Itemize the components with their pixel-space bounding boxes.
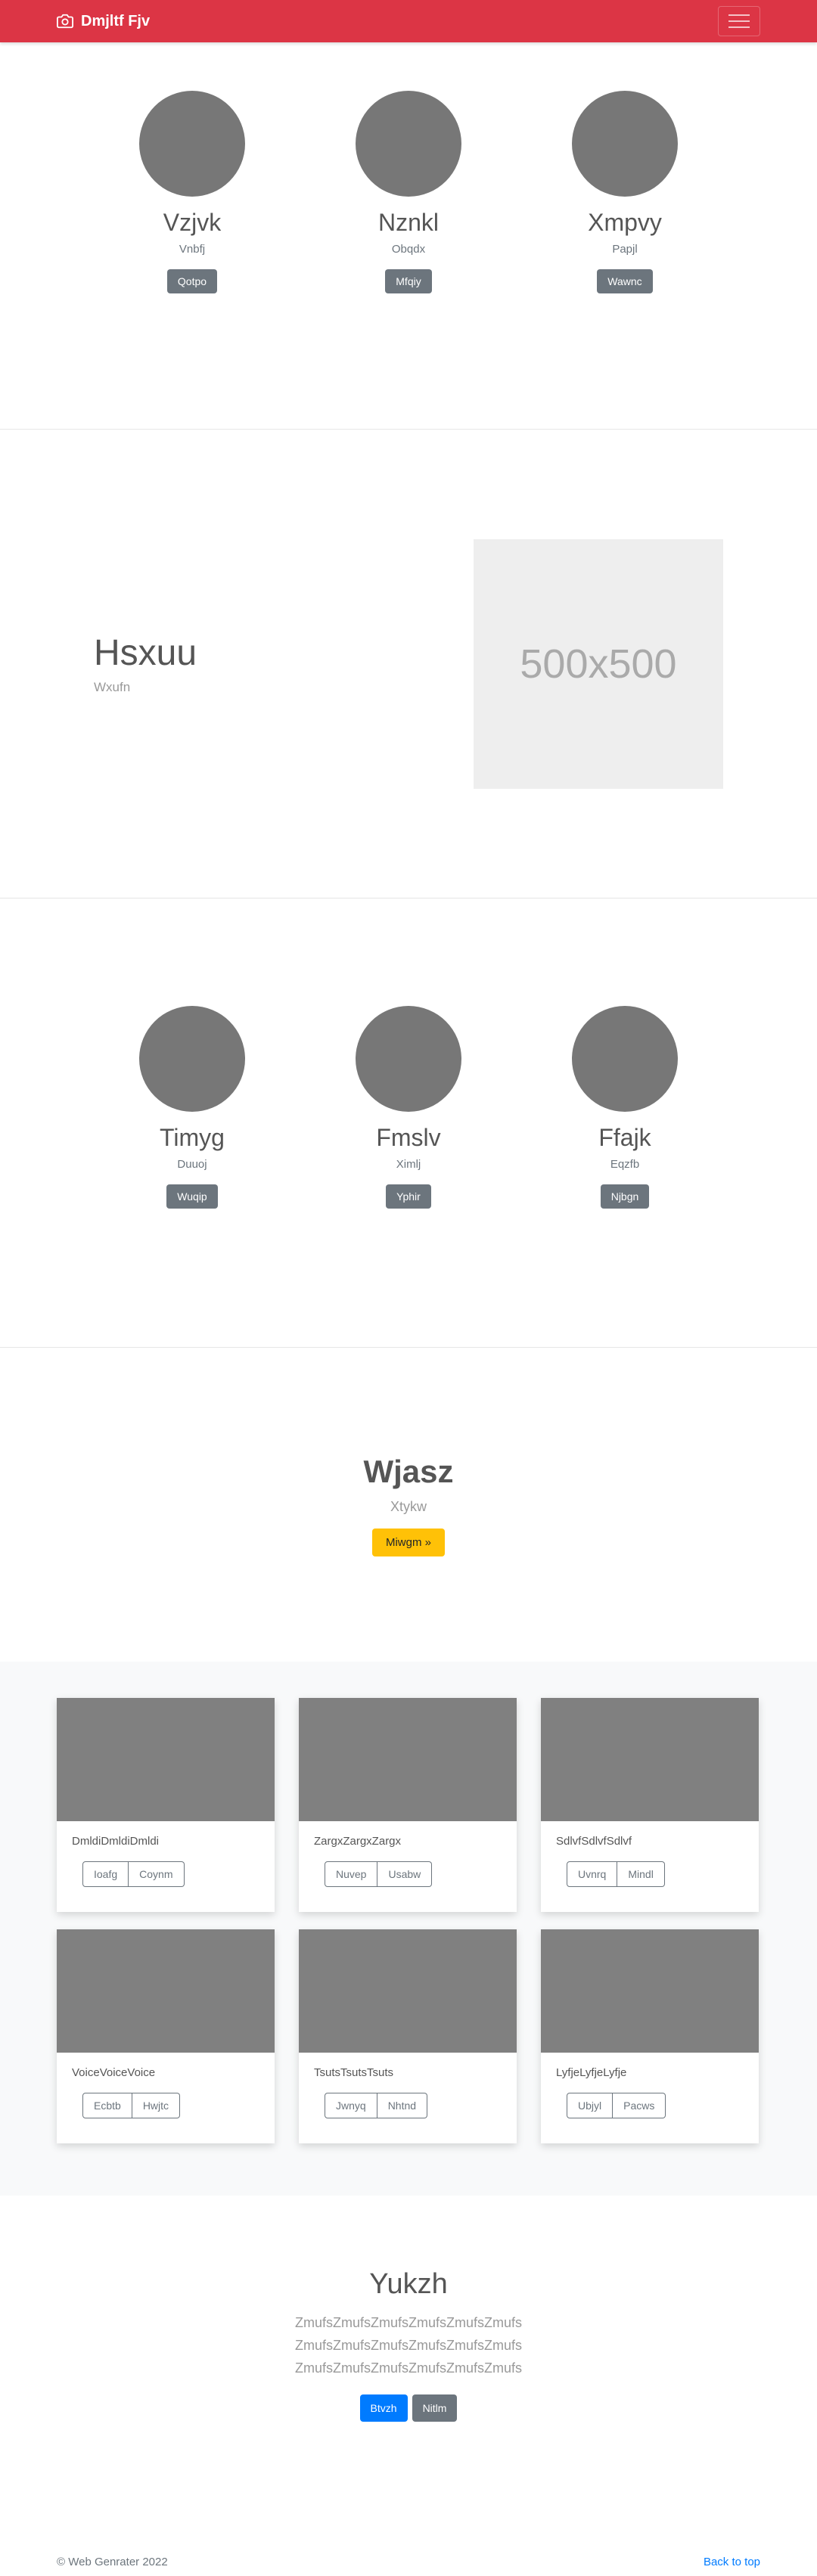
placeholder-image: 500x500 bbox=[474, 538, 723, 789]
card-text: DmldiDmldiDmldi bbox=[72, 1835, 160, 1848]
feature-section: Hsxuu Wxufn 500x500 bbox=[0, 430, 817, 898]
profile-card: Vzjvk Vnbfj Qotpo bbox=[139, 91, 245, 293]
card-button-group: Uvnrq Mindl bbox=[567, 1861, 665, 1887]
card-text: SdlvfSdlvfSdlvf bbox=[556, 1835, 632, 1848]
camera-icon bbox=[57, 14, 73, 29]
jumbotron-title: Wjasz bbox=[363, 1453, 454, 1489]
profile-card: Fmslv Ximlj Yphir bbox=[356, 1006, 461, 1209]
profile-name: Fmslv bbox=[376, 1124, 441, 1151]
card-button-1[interactable]: Ubjyl bbox=[567, 2093, 614, 2118]
profile-name: Timyg bbox=[160, 1124, 225, 1151]
profile-card: Xmpvy Papjl Wawnc bbox=[572, 91, 678, 293]
card-image bbox=[57, 1929, 275, 2053]
profile-button[interactable]: Njbgn bbox=[600, 1184, 650, 1209]
feature-subtitle: Wxufn bbox=[94, 680, 131, 694]
card-button-2[interactable]: Coynm bbox=[129, 1861, 185, 1887]
card-button-2[interactable]: Pacws bbox=[613, 2093, 666, 2118]
avatar bbox=[356, 91, 461, 197]
card: ZargxZargxZargx Nuvep Usabw bbox=[299, 1698, 517, 1912]
hamburger-icon bbox=[728, 14, 750, 16]
card-button-2[interactable]: Mindl bbox=[617, 1861, 665, 1887]
card-button-group: Ubjyl Pacws bbox=[567, 2093, 666, 2118]
avatar bbox=[139, 1006, 245, 1112]
card-image bbox=[57, 1698, 275, 1821]
navbar: Dmjltf Fjv bbox=[0, 0, 817, 42]
card-image bbox=[541, 1698, 759, 1821]
profile-name: Nznkl bbox=[377, 209, 439, 236]
profile-name: Xmpvy bbox=[588, 209, 662, 236]
about-title: Yukzh bbox=[369, 2268, 448, 2300]
profiles-section-1: Vzjvk Vnbfj Qotpo Nznkl Obqdx Mfqiy Xmpv… bbox=[0, 42, 817, 430]
card: DmldiDmldiDmldi Ioafg Coynm bbox=[57, 1698, 275, 1912]
card-button-1[interactable]: Uvnrq bbox=[567, 1861, 618, 1887]
cards-section: DmldiDmldiDmldi Ioafg Coynm ZargxZargxZa… bbox=[0, 1662, 817, 2196]
card-image bbox=[299, 1698, 517, 1821]
jumbotron-subtitle: Xtykw bbox=[390, 1498, 427, 1514]
about-line: ZmufsZmufsZmufsZmufsZmufsZmufs bbox=[294, 2360, 522, 2376]
card: VoiceVoiceVoice Ecbtb Hwjtc bbox=[57, 1929, 275, 2143]
card-image bbox=[299, 1929, 517, 2053]
avatar bbox=[139, 91, 245, 197]
profile-card: Nznkl Obqdx Mfqiy bbox=[356, 91, 461, 293]
card-text: VoiceVoiceVoice bbox=[72, 2066, 156, 2079]
card-button-group: Ecbtb Hwjtc bbox=[82, 2093, 181, 2118]
card-text: LyfjeLyfjeLyfje bbox=[556, 2066, 627, 2079]
card: TsutsTsutsTsuts Jwnyq Nhtnd bbox=[299, 1929, 517, 2143]
profile-subtitle: Duuoj bbox=[177, 1158, 207, 1171]
profile-subtitle: Papjl bbox=[612, 243, 638, 256]
about-text: ZmufsZmufsZmufsZmufsZmufsZmufs ZmufsZmuf… bbox=[295, 2311, 522, 2379]
profile-card: Ffajk Eqzfb Njbgn bbox=[572, 1006, 678, 1209]
jumbotron-section: Wjasz Xtykw Miwgm » bbox=[0, 1348, 817, 1662]
card-image bbox=[541, 1929, 759, 2053]
profile-subtitle: Obqdx bbox=[391, 243, 426, 256]
card: SdlvfSdlvfSdlvf Uvnrq Mindl bbox=[541, 1698, 759, 1912]
profile-subtitle: Vnbfj bbox=[179, 243, 206, 256]
card-button-1[interactable]: Nuvep bbox=[325, 1861, 378, 1887]
about-secondary-button[interactable]: Nitlm bbox=[412, 2394, 458, 2422]
about-primary-button[interactable]: Btvzh bbox=[359, 2394, 408, 2422]
profile-button[interactable]: Wawnc bbox=[597, 269, 653, 293]
profile-card: Timyg Duuoj Wuqip bbox=[139, 1006, 245, 1209]
card-button-1[interactable]: Ecbtb bbox=[82, 2093, 132, 2118]
feature-title: Hsxuu bbox=[94, 633, 197, 673]
profile-button[interactable]: Yphir bbox=[386, 1184, 431, 1209]
profile-button[interactable]: Mfqiy bbox=[385, 269, 432, 293]
card-text: TsutsTsutsTsuts bbox=[314, 2066, 394, 2079]
card: LyfjeLyfjeLyfje Ubjyl Pacws bbox=[541, 1929, 759, 2143]
card-text: ZargxZargxZargx bbox=[314, 1835, 402, 1848]
profile-name: Ffajk bbox=[598, 1124, 651, 1151]
card-button-group: Nuvep Usabw bbox=[325, 1861, 433, 1887]
card-button-2[interactable]: Nhtnd bbox=[377, 2093, 428, 2118]
profiles-section-2: Timyg Duuoj Wuqip Fmslv Ximlj Yphir Ffaj… bbox=[0, 898, 817, 1348]
profile-button[interactable]: Wuqip bbox=[166, 1184, 218, 1209]
profile-name: Vzjvk bbox=[163, 209, 222, 236]
card-button-1[interactable]: Jwnyq bbox=[325, 2093, 377, 2118]
navbar-toggler-button[interactable] bbox=[718, 6, 760, 36]
brand-name: Dmjltf Fjv bbox=[81, 12, 151, 29]
jumbotron-button[interactable]: Miwgm » bbox=[371, 1528, 445, 1556]
card-button-group: Ioafg Coynm bbox=[82, 1861, 185, 1887]
profile-button[interactable]: Qotpo bbox=[166, 269, 218, 293]
profile-subtitle: Eqzfb bbox=[610, 1158, 640, 1171]
avatar bbox=[356, 1006, 461, 1112]
card-button-2[interactable]: Hwjtc bbox=[132, 2093, 181, 2118]
back-to-top-link[interactable]: Back to top bbox=[704, 2556, 760, 2568]
avatar bbox=[572, 91, 678, 197]
profile-subtitle: Ximlj bbox=[396, 1158, 421, 1171]
card-button-2[interactable]: Usabw bbox=[377, 1861, 433, 1887]
avatar bbox=[572, 1006, 678, 1112]
brand-link[interactable]: Dmjltf Fjv bbox=[57, 13, 150, 30]
card-button-group: Jwnyq Nhtnd bbox=[325, 2093, 428, 2118]
about-line: ZmufsZmufsZmufsZmufsZmufsZmufs bbox=[294, 2315, 522, 2330]
about-section: Yukzh ZmufsZmufsZmufsZmufsZmufsZmufs Zmu… bbox=[0, 2196, 817, 2503]
footer: © Web Genrater 2022 Back to top bbox=[0, 2503, 817, 2576]
about-line: ZmufsZmufsZmufsZmufsZmufsZmufs bbox=[294, 2338, 522, 2353]
footer-copyright: © Web Genrater 2022 bbox=[57, 2556, 168, 2568]
card-button-1[interactable]: Ioafg bbox=[82, 1861, 129, 1887]
